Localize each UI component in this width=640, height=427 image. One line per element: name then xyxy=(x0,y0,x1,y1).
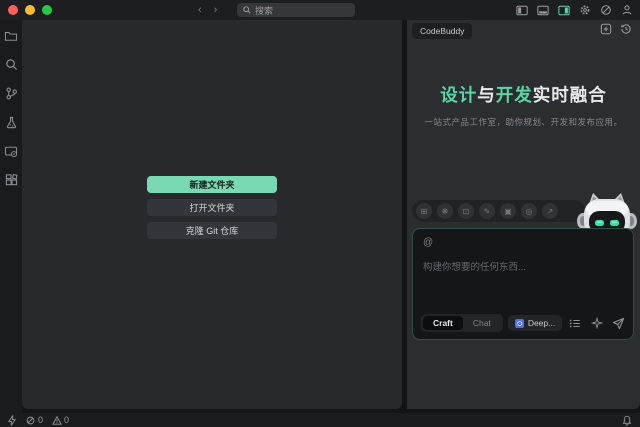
activity-bar xyxy=(0,20,22,413)
task-list-icon[interactable] xyxy=(568,317,581,330)
mode-chat-button[interactable]: Chat xyxy=(463,316,501,330)
extensions-icon[interactable] xyxy=(4,173,19,188)
mode-craft-button[interactable]: Craft xyxy=(423,316,463,330)
warnings-count: 0 xyxy=(64,415,69,425)
enhance-sparkle-icon[interactable] xyxy=(590,317,603,330)
panel-left-icon[interactable] xyxy=(515,3,529,17)
errors-count: 0 xyxy=(38,415,43,425)
problems-errors[interactable]: 0 xyxy=(25,415,43,426)
model-selector-label: Deep... xyxy=(528,318,555,328)
codebuddy-header: CodeBuddy xyxy=(407,20,640,40)
quick-tool-flower-icon[interactable]: ❋ xyxy=(437,203,453,219)
nav-back-button[interactable]: ‹ xyxy=(198,4,202,16)
quick-tool-grid-icon[interactable]: ⊞ xyxy=(416,203,432,219)
live-preview-icon[interactable] xyxy=(4,144,19,159)
chat-input-card[interactable]: @ 构建你想要的任何东西... Craft Chat Deep... xyxy=(412,228,634,340)
status-bar: 0 0 xyxy=(0,413,640,427)
quick-tool-target-icon[interactable]: ◎ xyxy=(521,203,537,219)
zoom-window-button[interactable] xyxy=(42,5,52,15)
chat-input-placeholder: 构建你想要的任何东西... xyxy=(423,259,526,273)
minimize-window-button[interactable] xyxy=(25,5,35,15)
titlebar: ‹ › 搜索 xyxy=(0,0,640,20)
errors-circle-icon xyxy=(25,415,36,426)
close-window-button[interactable] xyxy=(8,5,18,15)
open-folder-button[interactable]: 打开文件夹 xyxy=(147,199,277,216)
circle-slash-icon[interactable] xyxy=(599,3,613,17)
search-sidebar-icon[interactable] xyxy=(4,57,19,72)
codebuddy-panel: CodeBuddy 设计与开发实时融合 一站式产品工作室，助你规划、开发和发布应… xyxy=(407,20,640,409)
hero-heading: 设计与开发实时融合 xyxy=(407,82,640,107)
send-icon[interactable] xyxy=(612,317,625,330)
source-control-icon[interactable] xyxy=(4,86,19,101)
problems-warnings[interactable]: 0 xyxy=(51,415,69,426)
deepseek-logo-icon xyxy=(515,319,524,328)
settings-gear-icon[interactable] xyxy=(578,3,592,17)
editor-welcome-panel: 新建文件夹 打开文件夹 克隆 Git 仓库 xyxy=(22,20,402,409)
warnings-triangle-icon xyxy=(51,415,62,426)
hero-subtitle: 一站式产品工作室，助你规划、开发和发布应用。 xyxy=(407,116,640,128)
search-icon xyxy=(243,6,251,14)
testing-beaker-icon[interactable] xyxy=(4,115,19,130)
mode-switcher: Craft Chat xyxy=(421,314,503,332)
model-selector[interactable]: Deep... xyxy=(508,315,562,331)
remote-lightning-icon[interactable] xyxy=(6,415,17,426)
new-folder-button[interactable]: 新建文件夹 xyxy=(147,176,277,193)
quick-tool-pen-icon[interactable]: ✎ xyxy=(479,203,495,219)
window-controls xyxy=(8,5,52,15)
account-person-icon[interactable] xyxy=(620,3,634,17)
history-clock-icon[interactable] xyxy=(620,23,632,35)
quick-tool-component-icon[interactable]: ⊡ xyxy=(458,203,474,219)
quick-tool-frame-icon[interactable]: ▣ xyxy=(500,203,516,219)
nav-forward-button[interactable]: › xyxy=(214,4,218,16)
notifications-bell-icon[interactable] xyxy=(621,415,632,426)
panel-bottom-icon[interactable] xyxy=(536,3,550,17)
mention-at-icon[interactable]: @ xyxy=(423,237,433,248)
new-chat-plus-icon[interactable] xyxy=(600,23,612,35)
search-placeholder: 搜索 xyxy=(255,4,273,17)
quick-tools-bar: ⊞ ❋ ⊡ ✎ ▣ ◎ ↗ xyxy=(412,200,585,222)
tab-codebuddy[interactable]: CodeBuddy xyxy=(412,23,472,39)
clone-git-repo-button[interactable]: 克隆 Git 仓库 xyxy=(147,222,277,239)
search-input[interactable]: 搜索 xyxy=(237,3,355,17)
panel-right-icon[interactable] xyxy=(557,3,571,17)
quick-tool-link-icon[interactable]: ↗ xyxy=(542,203,558,219)
explorer-folder-icon[interactable] xyxy=(4,28,19,43)
hero-section: 设计与开发实时融合 一站式产品工作室，助你规划、开发和发布应用。 xyxy=(407,82,640,128)
